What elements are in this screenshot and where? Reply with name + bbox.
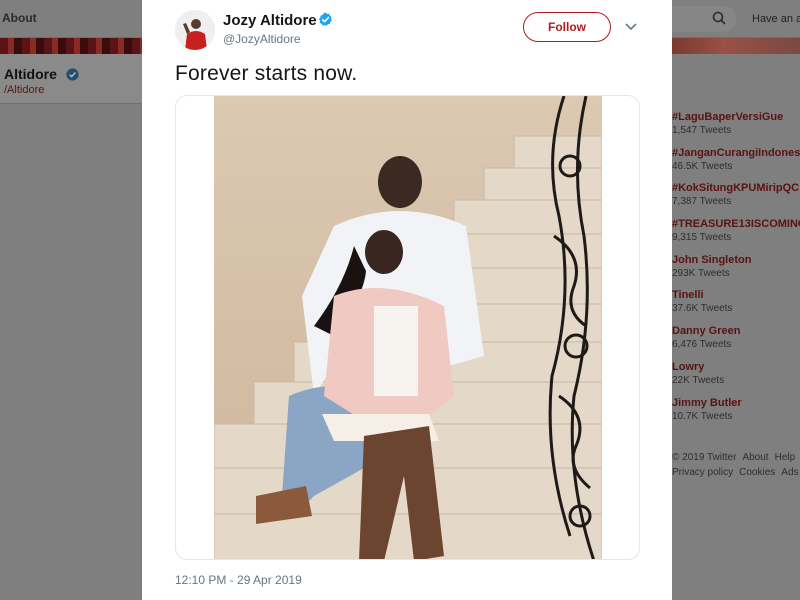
trend-item[interactable]: Jimmy Butler 10.7K Tweets bbox=[672, 397, 800, 433]
footer-copyright: © 2019 Twitter bbox=[672, 452, 737, 463]
trend-count: 9,315 Tweets bbox=[672, 232, 732, 244]
trend-name: #LaguBaperVersiGue bbox=[672, 111, 784, 123]
trend-name: Danny Green bbox=[672, 325, 741, 338]
tweet-modal: Jozy Altidore @JozyAltidore Follow Forev… bbox=[142, 0, 672, 600]
tweet-media[interactable] bbox=[175, 95, 640, 560]
trend-count: 22K Tweets bbox=[672, 374, 725, 386]
trend-count: 46.5K Tweets bbox=[672, 160, 733, 172]
trend-name: Jimmy Butler bbox=[672, 396, 742, 409]
avatar-image bbox=[175, 10, 215, 50]
trend-count: 7,387 Tweets bbox=[672, 196, 732, 208]
trend-name: Tinelli bbox=[672, 289, 704, 302]
trends-list: #LaguBaperVersiGue 1,547 Tweets #JanganC… bbox=[672, 111, 800, 432]
trend-item[interactable]: Tinelli 37.6K Tweets bbox=[672, 289, 800, 325]
trend-count: 6,476 Tweets bbox=[672, 339, 732, 351]
trend-item[interactable]: John Singleton 293K Tweets bbox=[672, 254, 800, 290]
tweet-text: Forever starts now. bbox=[175, 62, 358, 85]
nav-about-link[interactable]: About bbox=[2, 11, 37, 25]
tweet-timestamp[interactable]: 12:10 PM - 29 Apr 2019 bbox=[175, 573, 302, 587]
trend-count: 10.7K Tweets bbox=[672, 410, 733, 422]
trend-item[interactable]: #JanganCurangiIndonesia 46.5K Tweets bbox=[672, 147, 800, 183]
verified-badge-icon bbox=[66, 68, 79, 81]
trend-name: #TREASURE13ISCOMING bbox=[672, 218, 800, 231]
footer-help-link[interactable]: Help bbox=[775, 452, 796, 463]
footer-cookies-link[interactable]: Cookies bbox=[739, 467, 775, 478]
footer-privacy-link[interactable]: Privacy policy bbox=[672, 467, 733, 478]
background-profile-handle[interactable]: /Altidore bbox=[4, 84, 44, 96]
tweet-photo[interactable] bbox=[214, 96, 602, 560]
author-name[interactable]: Jozy Altidore bbox=[223, 12, 317, 29]
footer-about-link[interactable]: About bbox=[742, 452, 768, 463]
profile-banner-right bbox=[672, 38, 800, 54]
footer-ads-link[interactable]: Ads bbox=[781, 467, 798, 478]
trend-name: John Singleton bbox=[672, 253, 752, 266]
trend-count: 293K Tweets bbox=[672, 267, 730, 279]
verified-badge-icon bbox=[318, 12, 332, 26]
trend-name: #KokSitungKPUMiripQC bbox=[672, 182, 800, 195]
trend-name: #JanganCurangiIndonesia bbox=[672, 146, 800, 159]
trend-item[interactable]: #TREASURE13ISCOMING 9,315 Tweets bbox=[672, 218, 800, 254]
footer-links: © 2019 Twitter About Help Privacy policy Co… bbox=[672, 450, 800, 480]
avatar[interactable] bbox=[175, 10, 215, 50]
trend-count: 1,547 Tweets bbox=[672, 125, 732, 136]
profile-banner bbox=[0, 38, 142, 54]
trend-item[interactable]: Lowry 22K Tweets bbox=[672, 361, 800, 397]
author-handle[interactable]: @JozyAltidore bbox=[223, 32, 301, 46]
have-account-text[interactable]: Have an ac bbox=[752, 13, 800, 25]
search-icon[interactable] bbox=[712, 11, 726, 25]
chevron-down-icon[interactable] bbox=[624, 22, 638, 32]
trend-item[interactable]: #KokSitungKPUMiripQC 7,387 Tweets bbox=[672, 182, 800, 218]
follow-button[interactable]: Follow bbox=[523, 12, 611, 42]
background-profile-name[interactable]: Altidore bbox=[4, 66, 57, 82]
trend-item[interactable]: Danny Green 6,476 Tweets bbox=[672, 325, 800, 361]
trend-item[interactable]: #LaguBaperVersiGue 1,547 Tweets bbox=[672, 111, 800, 147]
trend-name: Lowry bbox=[672, 360, 705, 373]
trend-count: 37.6K Tweets bbox=[672, 303, 733, 315]
